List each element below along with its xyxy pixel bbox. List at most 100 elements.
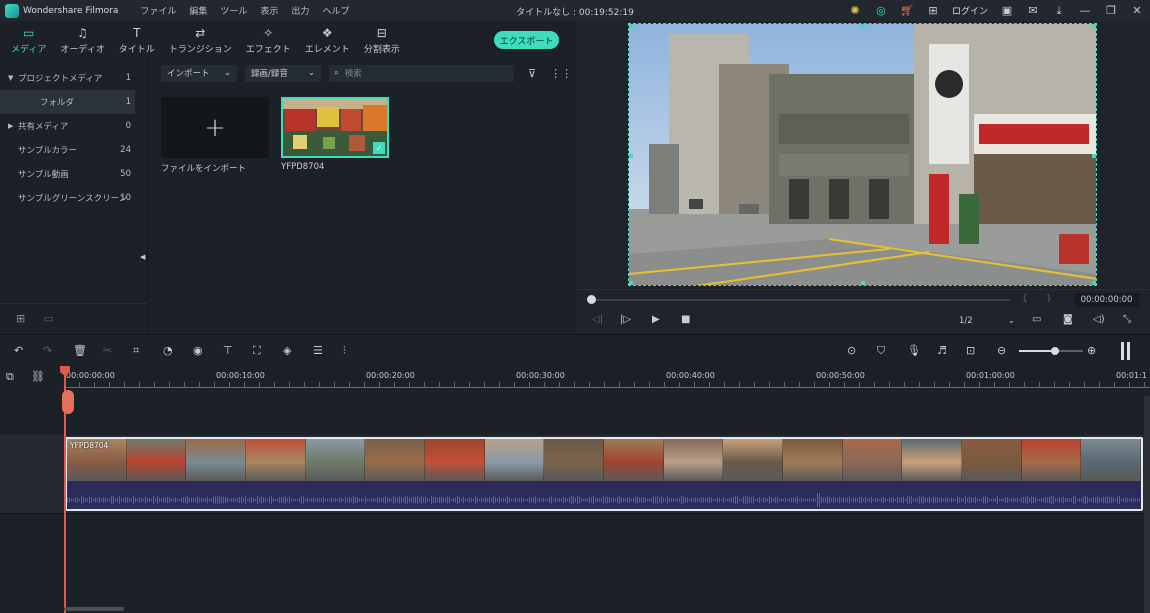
link-icon[interactable]: ⛓: [31, 370, 45, 383]
tab-audio[interactable]: ♫ オーディオ: [53, 21, 111, 60]
save-icon[interactable]: ▣: [994, 0, 1020, 21]
tab-media[interactable]: ▭ メディア: [4, 21, 53, 60]
cart-icon[interactable]: 🛒︎: [894, 0, 920, 21]
play-icon[interactable]: ▶: [652, 314, 660, 325]
marker-icon[interactable]: ⛉: [877, 344, 885, 358]
scrub-handle[interactable]: [587, 295, 596, 304]
resize-handle[interactable]: [629, 154, 633, 158]
menu-tools[interactable]: ツール: [220, 4, 247, 17]
crop-icon[interactable]: ⌗: [133, 344, 139, 358]
import-thumbnail[interactable]: +: [161, 97, 269, 158]
tab-split-screen[interactable]: ⊟ 分割表示: [357, 21, 407, 60]
mark-out-icon[interactable]: }: [1046, 294, 1052, 304]
speed-icon[interactable]: ◔: [163, 344, 173, 357]
record-dropdown[interactable]: 録画/録音 ⌄: [245, 64, 321, 82]
download-icon[interactable]: ⤓: [1046, 0, 1072, 21]
tab-titles[interactable]: T タイトル: [112, 21, 162, 60]
sidebar-item-sample-videos[interactable]: サンプル動画 50: [0, 162, 147, 186]
waveform-bar: [717, 497, 718, 503]
menu-edit[interactable]: 編集: [189, 4, 207, 17]
preview-video[interactable]: [628, 23, 1097, 286]
timeline-ruler[interactable]: 00:00:00:00 00:00:10:00 00:00:20:00 00:0…: [64, 366, 1150, 388]
snapshot-icon[interactable]: ◙: [1063, 314, 1073, 325]
sidebar-item-shared-media[interactable]: ▶ 共有メディア 0: [0, 114, 147, 138]
collapse-sidebar-icon[interactable]: ◀: [140, 253, 145, 261]
fullscreen-icon[interactable]: ⤡: [1123, 314, 1131, 325]
minimize-icon[interactable]: —: [1072, 0, 1098, 21]
sidebar-item-folder[interactable]: フォルダ 1: [0, 90, 135, 114]
gift-icon[interactable]: ⊞: [920, 0, 946, 21]
audio-wave-icon[interactable]: ⫶: [343, 344, 346, 358]
playhead-handle[interactable]: [62, 390, 74, 414]
subtitle-icon[interactable]: ⊡: [966, 344, 975, 357]
preview-ratio-select[interactable]: 1/2 ⌄: [957, 313, 1017, 328]
fit-icon[interactable]: ⛶: [253, 344, 261, 358]
keyframe-icon[interactable]: ◈: [283, 344, 291, 357]
menu-view[interactable]: 表示: [260, 4, 278, 17]
import-dropdown[interactable]: インポート ⌄: [161, 64, 237, 82]
audio-track[interactable]: [0, 513, 1144, 565]
monitor-icon[interactable]: ▭: [1032, 314, 1041, 325]
chevron-down-icon[interactable]: ▼: [8, 74, 18, 82]
resize-handle[interactable]: [861, 281, 865, 285]
media-grid: + ファイルをインポート ✓ YFPD8704: [161, 97, 389, 174]
pause-icon[interactable]: [1121, 342, 1131, 360]
chevron-right-icon[interactable]: ▶: [8, 122, 18, 130]
resize-handle[interactable]: [629, 281, 633, 285]
volume-icon[interactable]: ◁): [1093, 314, 1105, 325]
tab-transitions[interactable]: ⇄ トランジション: [162, 21, 239, 60]
timeline-vertical-scrollbar[interactable]: [1144, 396, 1150, 613]
render-icon[interactable]: ⊙: [847, 344, 856, 357]
resize-handle[interactable]: [1092, 281, 1096, 285]
mail-icon[interactable]: ✉: [1020, 0, 1046, 21]
resize-handle[interactable]: [1092, 154, 1096, 158]
menu-help[interactable]: ヘルプ: [322, 4, 349, 17]
undo-icon[interactable]: ↶: [14, 344, 23, 357]
sidebar-item-sample-green-screen[interactable]: サンプルグリーンスクリーン 10: [0, 186, 147, 210]
mark-in-icon[interactable]: {: [1022, 294, 1028, 304]
tab-effects[interactable]: ✧ エフェクト: [239, 21, 298, 60]
sidebar-item-project-media[interactable]: ▼ プロジェクトメディア 1: [0, 66, 147, 90]
grid-view-icon[interactable]: ⋮⋮: [550, 67, 572, 80]
previous-frame-icon[interactable]: ◁|: [592, 314, 603, 325]
headset-icon[interactable]: ◎: [868, 0, 894, 21]
audio-mixer-icon[interactable]: ♬: [937, 344, 947, 357]
timeline-horizontal-scrollbar[interactable]: [64, 607, 124, 611]
filter-icon[interactable]: ⊽: [528, 67, 536, 80]
folder-outline-icon[interactable]: ▭: [43, 312, 53, 325]
export-button[interactable]: エクスポート: [494, 31, 559, 49]
menu-file[interactable]: ファイル: [140, 4, 176, 17]
resize-handle[interactable]: [629, 24, 633, 28]
zoom-slider-handle[interactable]: [1051, 347, 1059, 355]
media-item[interactable]: ✓ YFPD8704: [281, 97, 389, 174]
close-icon[interactable]: ✕: [1124, 0, 1150, 21]
delete-icon[interactable]: 🗑︎: [73, 344, 87, 357]
empty-track[interactable]: [64, 388, 1144, 435]
zoom-in-icon[interactable]: ⊕: [1087, 344, 1096, 357]
add-track-icon[interactable]: ⧉: [6, 370, 14, 384]
mic-icon[interactable]: 🎙︎: [907, 344, 921, 357]
scrub-track[interactable]: [592, 299, 1010, 301]
restore-icon[interactable]: ❐: [1098, 0, 1124, 21]
media-thumbnail[interactable]: ✓: [281, 97, 389, 158]
video-clip[interactable]: YFPD8704: [65, 437, 1143, 511]
color-icon[interactable]: ◉: [193, 344, 203, 357]
freeze-frame-icon[interactable]: ⊤: [223, 344, 233, 357]
import-media-card[interactable]: + ファイルをインポート: [161, 97, 269, 174]
adjust-icon[interactable]: ☰: [313, 344, 323, 357]
redo-icon[interactable]: ↷: [43, 344, 52, 357]
waveform-bar: [879, 498, 880, 502]
new-folder-icon[interactable]: ⊞: [16, 312, 25, 325]
resize-handle[interactable]: [861, 24, 865, 28]
tab-elements[interactable]: ❖ エレメント: [298, 21, 357, 60]
play-step-icon[interactable]: |▷: [620, 314, 631, 325]
cut-icon[interactable]: ✂: [103, 344, 112, 357]
login-button[interactable]: ログイン: [952, 4, 988, 17]
search-input[interactable]: ⌕ 検索: [329, 64, 514, 82]
lightbulb-icon[interactable]: ✺: [842, 0, 868, 21]
resize-handle[interactable]: [1092, 24, 1096, 28]
menu-export[interactable]: 出力: [291, 4, 309, 17]
sidebar-item-sample-colors[interactable]: サンプルカラー 24: [0, 138, 147, 162]
stop-icon[interactable]: ■: [681, 314, 690, 325]
zoom-out-icon[interactable]: ⊖: [997, 344, 1006, 357]
